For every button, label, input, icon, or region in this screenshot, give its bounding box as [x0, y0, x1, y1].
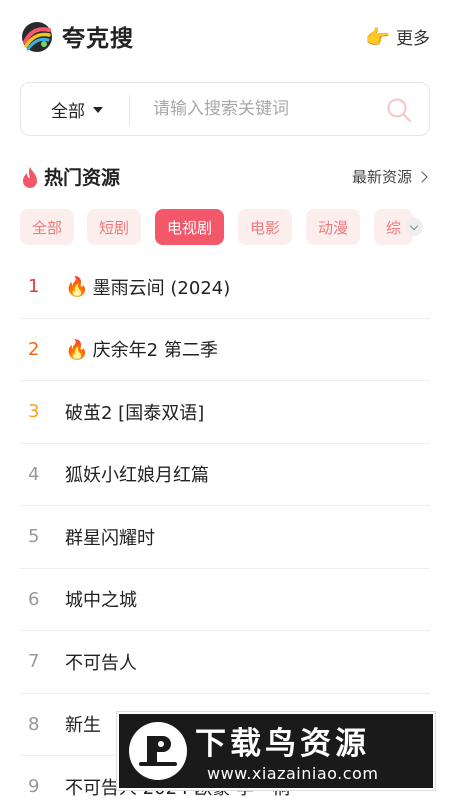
watermark-url: www.xiazainiao.com [207, 764, 379, 783]
search-input[interactable] [141, 91, 381, 127]
bird-logo-icon [129, 722, 187, 780]
item-title: 群星闪耀时 [65, 527, 155, 549]
item-title: 城中之城 [65, 590, 137, 612]
item-title: 庆余年2 第二季 [92, 340, 218, 362]
rank-number: 2 [28, 338, 40, 360]
search-scope-label: 全部 [51, 101, 85, 122]
item-title: 新生 [65, 715, 101, 737]
rank-number: 1 [28, 276, 40, 298]
section-title: 热门资源 [44, 167, 121, 189]
item-title: 破茧2 [国泰双语] [65, 402, 205, 424]
app-title: 夸克搜 [62, 26, 134, 52]
fire-icon: 🔥 [65, 276, 89, 299]
fire-icon [23, 167, 37, 188]
tab-movie[interactable]: 电影 [238, 209, 293, 245]
category-tabs: 全部 短剧 电视剧 电影 动漫 综 [20, 209, 450, 245]
search-bar: 全部 [20, 82, 430, 136]
watermark-banner: 下载鸟资源 www.xiazainiao.com [117, 712, 435, 790]
list-item[interactable]: 6 城中之城 [20, 569, 430, 631]
list-item[interactable]: 5 群星闪耀时 [20, 506, 430, 569]
app-logo-icon[interactable] [20, 20, 54, 54]
chevron-right-icon [416, 170, 428, 183]
item-title: 不可告人 [65, 652, 137, 674]
latest-resources-label: 最新资源 [351, 168, 412, 186]
watermark-brand: 下载鸟资源 [195, 726, 370, 762]
search-divider [129, 95, 130, 125]
rank-number: 7 [28, 651, 40, 673]
tab-all[interactable]: 全部 [20, 209, 75, 245]
rank-number: 5 [28, 526, 40, 548]
chevron-down-icon [409, 221, 419, 230]
list-item[interactable]: 2 🔥 庆余年2 第二季 [20, 319, 430, 381]
list-item[interactable]: 7 不可告人 [20, 631, 430, 694]
search-icon[interactable] [385, 96, 413, 124]
tabs-expand-button[interactable] [405, 218, 423, 236]
hot-section-header: 热门资源 最新资源 [20, 160, 430, 196]
pointing-hand-icon: 👉 [365, 24, 390, 49]
item-title: 狐妖小红娘月红篇 [65, 465, 209, 487]
latest-resources-link[interactable]: 最新资源 [351, 166, 428, 187]
caret-down-icon [93, 107, 103, 113]
tab-short-drama[interactable]: 短剧 [87, 209, 142, 245]
more-button[interactable]: 👉 更多 [365, 24, 430, 50]
rank-number: 3 [28, 401, 40, 423]
more-label: 更多 [396, 29, 430, 49]
list-item[interactable]: 1 🔥 墨雨云间 (2024) [20, 256, 430, 319]
rank-number: 9 [28, 776, 40, 798]
rank-number: 8 [28, 713, 40, 735]
item-title: 墨雨云间 (2024) [92, 277, 231, 299]
search-scope-dropdown[interactable]: 全部 [51, 83, 103, 135]
rank-number: 6 [28, 588, 40, 610]
app-header: 夸克搜 👉 更多 [0, 0, 450, 76]
fire-icon: 🔥 [65, 338, 89, 361]
tab-tv-series[interactable]: 电视剧 [155, 209, 225, 245]
list-item[interactable]: 3 破茧2 [国泰双语] [20, 381, 430, 444]
list-item[interactable]: 4 狐妖小红娘月红篇 [20, 444, 430, 506]
rank-number: 4 [28, 463, 40, 485]
tab-anime[interactable]: 动漫 [306, 209, 361, 245]
